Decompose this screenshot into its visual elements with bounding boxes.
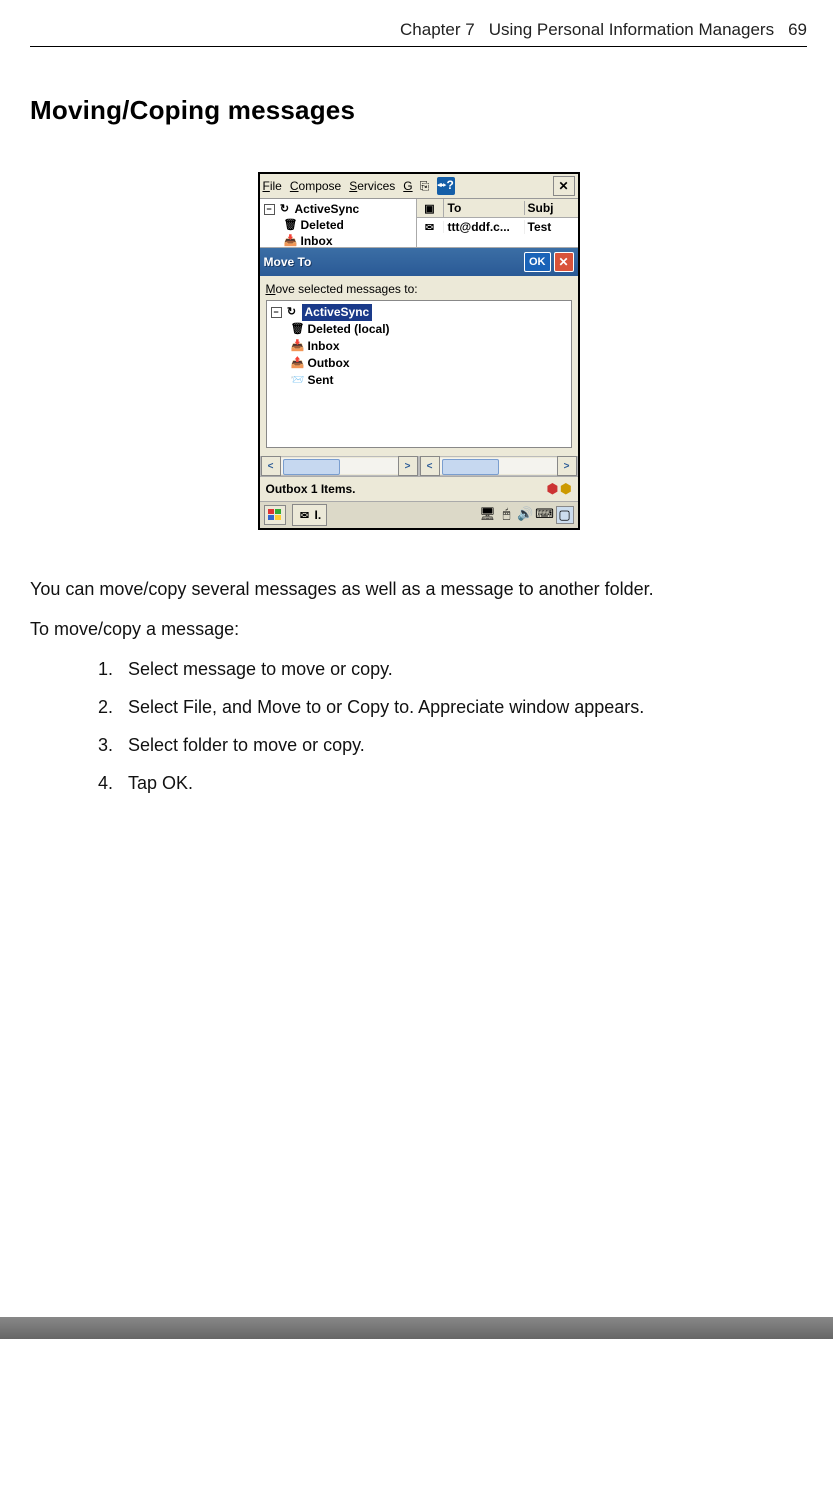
section-heading: Moving/Coping messages bbox=[30, 95, 807, 126]
list-item: Select folder to move or copy. bbox=[118, 732, 807, 758]
ok-button[interactable]: OK bbox=[524, 252, 551, 272]
status-icon: ⬢ bbox=[560, 481, 571, 497]
list-item: Tap OK. bbox=[118, 770, 807, 796]
header-divider bbox=[30, 46, 807, 47]
dest-activesync[interactable]: ActiveSync bbox=[302, 304, 373, 321]
page-number: 69 bbox=[788, 20, 807, 40]
scroll-thumb[interactable] bbox=[442, 459, 499, 475]
menu-file[interactable]: File bbox=[263, 179, 282, 193]
page-footer-band bbox=[0, 1317, 833, 1339]
mail-icon: ✉ bbox=[298, 509, 312, 521]
menu-bar: File Compose Services G ⎘ ⭼? ✕ bbox=[260, 174, 578, 199]
hscroll-left[interactable]: < > bbox=[260, 456, 419, 476]
taskbar: ✉ I. 🖥 🖱 🔊 ⌨ ▢ bbox=[260, 501, 578, 528]
dest-deleted[interactable]: Deleted (local) bbox=[308, 321, 390, 338]
dest-outbox[interactable]: Outbox bbox=[308, 355, 350, 372]
paragraph: You can move/copy several messages as we… bbox=[30, 576, 807, 602]
dialog-label: Move selected messages to: bbox=[266, 280, 572, 300]
list-item: Select message to move or copy. bbox=[118, 656, 807, 682]
tree-activesync[interactable]: ActiveSync bbox=[295, 201, 360, 217]
collapse-icon[interactable]: − bbox=[271, 307, 282, 318]
collapse-icon[interactable]: − bbox=[264, 204, 275, 215]
sync-icon: ↻ bbox=[278, 203, 292, 215]
message-list: ▣ To Subj ✉ ttt@ddf.c... Test bbox=[417, 199, 578, 247]
status-icon: ⬢ bbox=[547, 481, 558, 497]
menu-compose[interactable]: Compose bbox=[290, 179, 341, 193]
body-text: You can move/copy several messages as we… bbox=[30, 576, 807, 797]
mail-icon: ✉ bbox=[423, 221, 437, 233]
msg-subject: Test bbox=[525, 220, 578, 234]
tree-inbox[interactable]: Inbox bbox=[301, 233, 333, 249]
dialog-title: Move To bbox=[264, 255, 312, 269]
taskbar-label: I. bbox=[315, 508, 322, 522]
scroll-left-icon[interactable]: < bbox=[261, 456, 281, 476]
hscroll-right[interactable]: < > bbox=[419, 456, 578, 476]
steps-list: Select message to move or copy. Select F… bbox=[30, 656, 807, 796]
chapter-label: Chapter 7 bbox=[400, 20, 475, 40]
scroll-right-icon[interactable]: > bbox=[398, 456, 418, 476]
dialog-close-icon[interactable]: ✕ bbox=[554, 252, 574, 272]
inbox-icon: 📥 bbox=[284, 235, 298, 247]
flag-icon: ▣ bbox=[423, 202, 437, 214]
trash-icon: 🗑 bbox=[284, 219, 298, 231]
destination-tree: − ↻ ActiveSync 🗑 Deleted (local) 📥 Inbox… bbox=[266, 300, 572, 448]
close-icon[interactable]: ✕ bbox=[553, 176, 575, 196]
dialog-titlebar: Move To OK ✕ bbox=[260, 248, 578, 276]
start-icon[interactable] bbox=[264, 505, 286, 525]
dialog-body: Move selected messages to: − ↻ ActiveSyn… bbox=[260, 276, 578, 456]
trash-icon: 🗑 bbox=[291, 324, 305, 336]
scroll-right-icon[interactable]: > bbox=[557, 456, 577, 476]
sync-icon: ↻ bbox=[285, 307, 299, 319]
tree-deleted[interactable]: Deleted bbox=[301, 217, 344, 233]
scroll-left-icon[interactable]: < bbox=[420, 456, 440, 476]
scrollbars: < > < > bbox=[260, 456, 578, 476]
tray-icon[interactable]: 🔊 bbox=[518, 506, 534, 522]
chapter-title: Using Personal Information Managers bbox=[489, 20, 774, 40]
message-row[interactable]: ✉ ttt@ddf.c... Test bbox=[417, 218, 578, 236]
msg-to: ttt@ddf.c... bbox=[444, 220, 525, 234]
dest-sent[interactable]: Sent bbox=[308, 372, 334, 389]
help-icon[interactable]: ⭼? bbox=[437, 177, 455, 195]
keyboard-icon[interactable]: ⌨ bbox=[537, 506, 553, 522]
toolbar-icon[interactable]: ⎘ bbox=[416, 177, 434, 195]
scroll-thumb[interactable] bbox=[283, 459, 340, 475]
status-bar: Outbox 1 Items. ⬢ ⬢ bbox=[260, 476, 578, 501]
desktop-icon[interactable]: ▢ bbox=[556, 506, 574, 524]
tray-icon[interactable]: 🖱 bbox=[499, 506, 515, 522]
dest-inbox[interactable]: Inbox bbox=[308, 338, 340, 355]
tray-icon[interactable]: 🖥 bbox=[480, 506, 496, 522]
folder-tree: − ↻ ActiveSync 🗑 Deleted 📥 Inbox bbox=[260, 199, 417, 247]
status-text: Outbox 1 Items. bbox=[266, 482, 356, 496]
sent-icon: 📨 bbox=[291, 375, 305, 387]
col-to[interactable]: To bbox=[444, 201, 525, 215]
paragraph: To move/copy a message: bbox=[30, 616, 807, 642]
taskbar-app[interactable]: ✉ I. bbox=[292, 504, 328, 526]
inbox-icon: 📥 bbox=[291, 341, 305, 353]
list-item: Select File, and Move to or Copy to. App… bbox=[118, 694, 807, 720]
menu-services[interactable]: Services bbox=[349, 179, 395, 193]
embedded-screenshot: File Compose Services G ⎘ ⭼? ✕ − ↻ Activ… bbox=[258, 172, 580, 530]
outbox-icon: 📤 bbox=[291, 358, 305, 370]
page-header: Chapter 7 Using Personal Information Man… bbox=[30, 20, 807, 40]
menu-extra[interactable]: G bbox=[403, 179, 412, 193]
col-subject[interactable]: Subj bbox=[525, 201, 578, 215]
